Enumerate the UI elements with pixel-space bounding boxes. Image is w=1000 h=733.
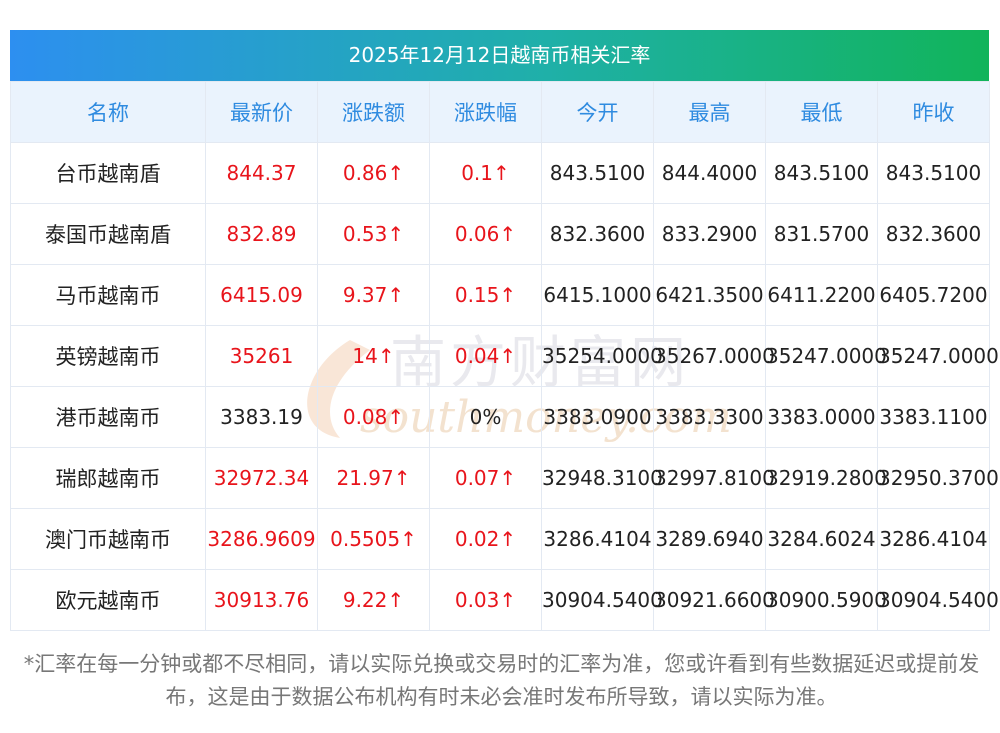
cell-latest: 30913.76 (205, 569, 318, 631)
cell-pct: 0.02↑ (429, 508, 542, 570)
cell-name: 泰国币越南盾 (10, 203, 206, 265)
cell-low: 843.5100 (765, 142, 878, 204)
cell-low: 3284.6024 (765, 508, 878, 570)
cell-open: 3286.4104 (541, 508, 654, 570)
cell-name: 港币越南币 (10, 386, 206, 448)
cell-pct: 0.15↑ (429, 264, 542, 326)
cell-low: 35247.0000 (765, 325, 887, 387)
cell-low: 32919.2800 (765, 447, 887, 509)
cell-open: 35254.0000 (541, 325, 663, 387)
cell-high: 6421.3500 (653, 264, 766, 326)
cell-high: 3383.3300 (653, 386, 766, 448)
cell-change: 21.97↑ (317, 447, 430, 509)
cell-change: 0.53↑ (317, 203, 430, 265)
cell-name: 瑞郎越南币 (10, 447, 206, 509)
cell-latest: 844.37 (205, 142, 318, 204)
cell-open: 3383.0900 (541, 386, 654, 448)
table-row: 马币越南币 6415.09 9.37↑ 0.15↑ 6415.1000 6421.3500… (10, 264, 990, 326)
table-row: 瑞郎越南币 32972.34 21.97↑ 0.07↑ 32948.3100 32997.… (10, 447, 999, 509)
table-row: 英镑越南币 35261 14↑ 0.04↑ 35254.0000 35267.0000 35… (10, 325, 999, 387)
cell-latest: 3383.19 (205, 386, 318, 448)
cell-pct: 0.07↑ (429, 447, 542, 509)
cell-low: 3383.0000 (765, 386, 878, 448)
cell-latest: 832.89 (205, 203, 318, 265)
cell-low: 6411.2200 (765, 264, 878, 326)
rate-table-container: 2025年12月12日越南币相关汇率 南方财富网 southmoney.com … (10, 30, 999, 631)
cell-pct: 0.06↑ (429, 203, 542, 265)
table-row: 台币越南盾 844.37 0.86↑ 0.1↑ 843.5100 844.4000 843.… (10, 142, 990, 204)
table-row: 港币越南币 3383.19 0.08↑ 0% 3383.0900 3383.3300 338… (10, 386, 990, 448)
cell-high: 35267.0000 (653, 325, 775, 387)
cell-high: 3289.6940 (653, 508, 766, 570)
col-header-open: 今开 (541, 81, 654, 143)
cell-latest: 35261 (205, 325, 318, 387)
cell-name: 欧元越南币 (10, 569, 206, 631)
col-header-low: 最低 (765, 81, 878, 143)
cell-latest: 6415.09 (205, 264, 318, 326)
cell-low: 30900.5900 (765, 569, 887, 631)
cell-pct: 0.04↑ (429, 325, 542, 387)
cell-name: 澳门币越南币 (10, 508, 206, 570)
table-row: 澳门币越南币 3286.9609 0.5505↑ 0.02↑ 3286.4104 3289… (10, 508, 990, 570)
table-header-row: 名称 最新价 涨跌额 涨跌幅 今开 最高 最低 昨收 (10, 81, 990, 143)
cell-pct: 0.1↑ (429, 142, 542, 204)
table-row: 欧元越南币 30913.76 9.22↑ 0.03↑ 30904.5400 30921.6… (10, 569, 999, 631)
cell-latest: 3286.9609 (205, 508, 318, 570)
cell-change: 0.86↑ (317, 142, 430, 204)
cell-prev: 832.3600 (877, 203, 990, 265)
cell-open: 6415.1000 (541, 264, 654, 326)
col-header-latest: 最新价 (205, 81, 318, 143)
cell-open: 843.5100 (541, 142, 654, 204)
cell-pct: 0% (429, 386, 542, 448)
footnote: *汇率在每一分钟或都不尽相同，请以实际兑换或交易时的汇率为准，您或许看到有些数据… (23, 652, 980, 709)
cell-low: 831.5700 (765, 203, 878, 265)
cell-open: 32948.3100 (541, 447, 663, 509)
rate-table: 名称 最新价 涨跌额 涨跌幅 今开 最高 最低 昨收 台币越南盾 844.37 0.… (10, 81, 999, 631)
cell-open: 832.3600 (541, 203, 654, 265)
col-header-high: 最高 (653, 81, 766, 143)
cell-pct: 0.03↑ (429, 569, 542, 631)
cell-high: 833.2900 (653, 203, 766, 265)
cell-high: 32997.8100 (653, 447, 775, 509)
cell-prev: 843.5100 (877, 142, 990, 204)
table-row: 泰国币越南盾 832.89 0.53↑ 0.06↑ 832.3600 833.2900 83… (10, 203, 990, 265)
cell-high: 844.4000 (653, 142, 766, 204)
table-body: 台币越南盾 844.37 0.86↑ 0.1↑ 843.5100 844.4000 843.… (10, 142, 999, 631)
cell-open: 30904.5400 (541, 569, 663, 631)
cell-prev: 6405.7200 (877, 264, 990, 326)
cell-latest: 32972.34 (205, 447, 318, 509)
col-header-change: 涨跌额 (317, 81, 430, 143)
cell-prev: 3383.1100 (877, 386, 990, 448)
cell-name: 马币越南币 (10, 264, 206, 326)
col-header-prev: 昨收 (877, 81, 990, 143)
cell-prev: 32950.3700 (877, 447, 999, 509)
cell-change: 9.22↑ (317, 569, 430, 631)
cell-high: 30921.6600 (653, 569, 775, 631)
cell-change: 9.37↑ (317, 264, 430, 326)
cell-name: 英镑越南币 (10, 325, 206, 387)
cell-prev: 3286.4104 (877, 508, 990, 570)
table-title: 2025年12月12日越南币相关汇率 (10, 30, 989, 81)
col-header-pct: 涨跌幅 (429, 81, 542, 143)
cell-name: 台币越南盾 (10, 142, 206, 204)
cell-change: 0.5505↑ (317, 508, 430, 570)
cell-prev: 30904.5400 (877, 569, 999, 631)
cell-change: 14↑ (317, 325, 430, 387)
cell-change: 0.08↑ (317, 386, 430, 448)
col-header-name: 名称 (10, 81, 206, 143)
cell-prev: 35247.0000 (877, 325, 999, 387)
